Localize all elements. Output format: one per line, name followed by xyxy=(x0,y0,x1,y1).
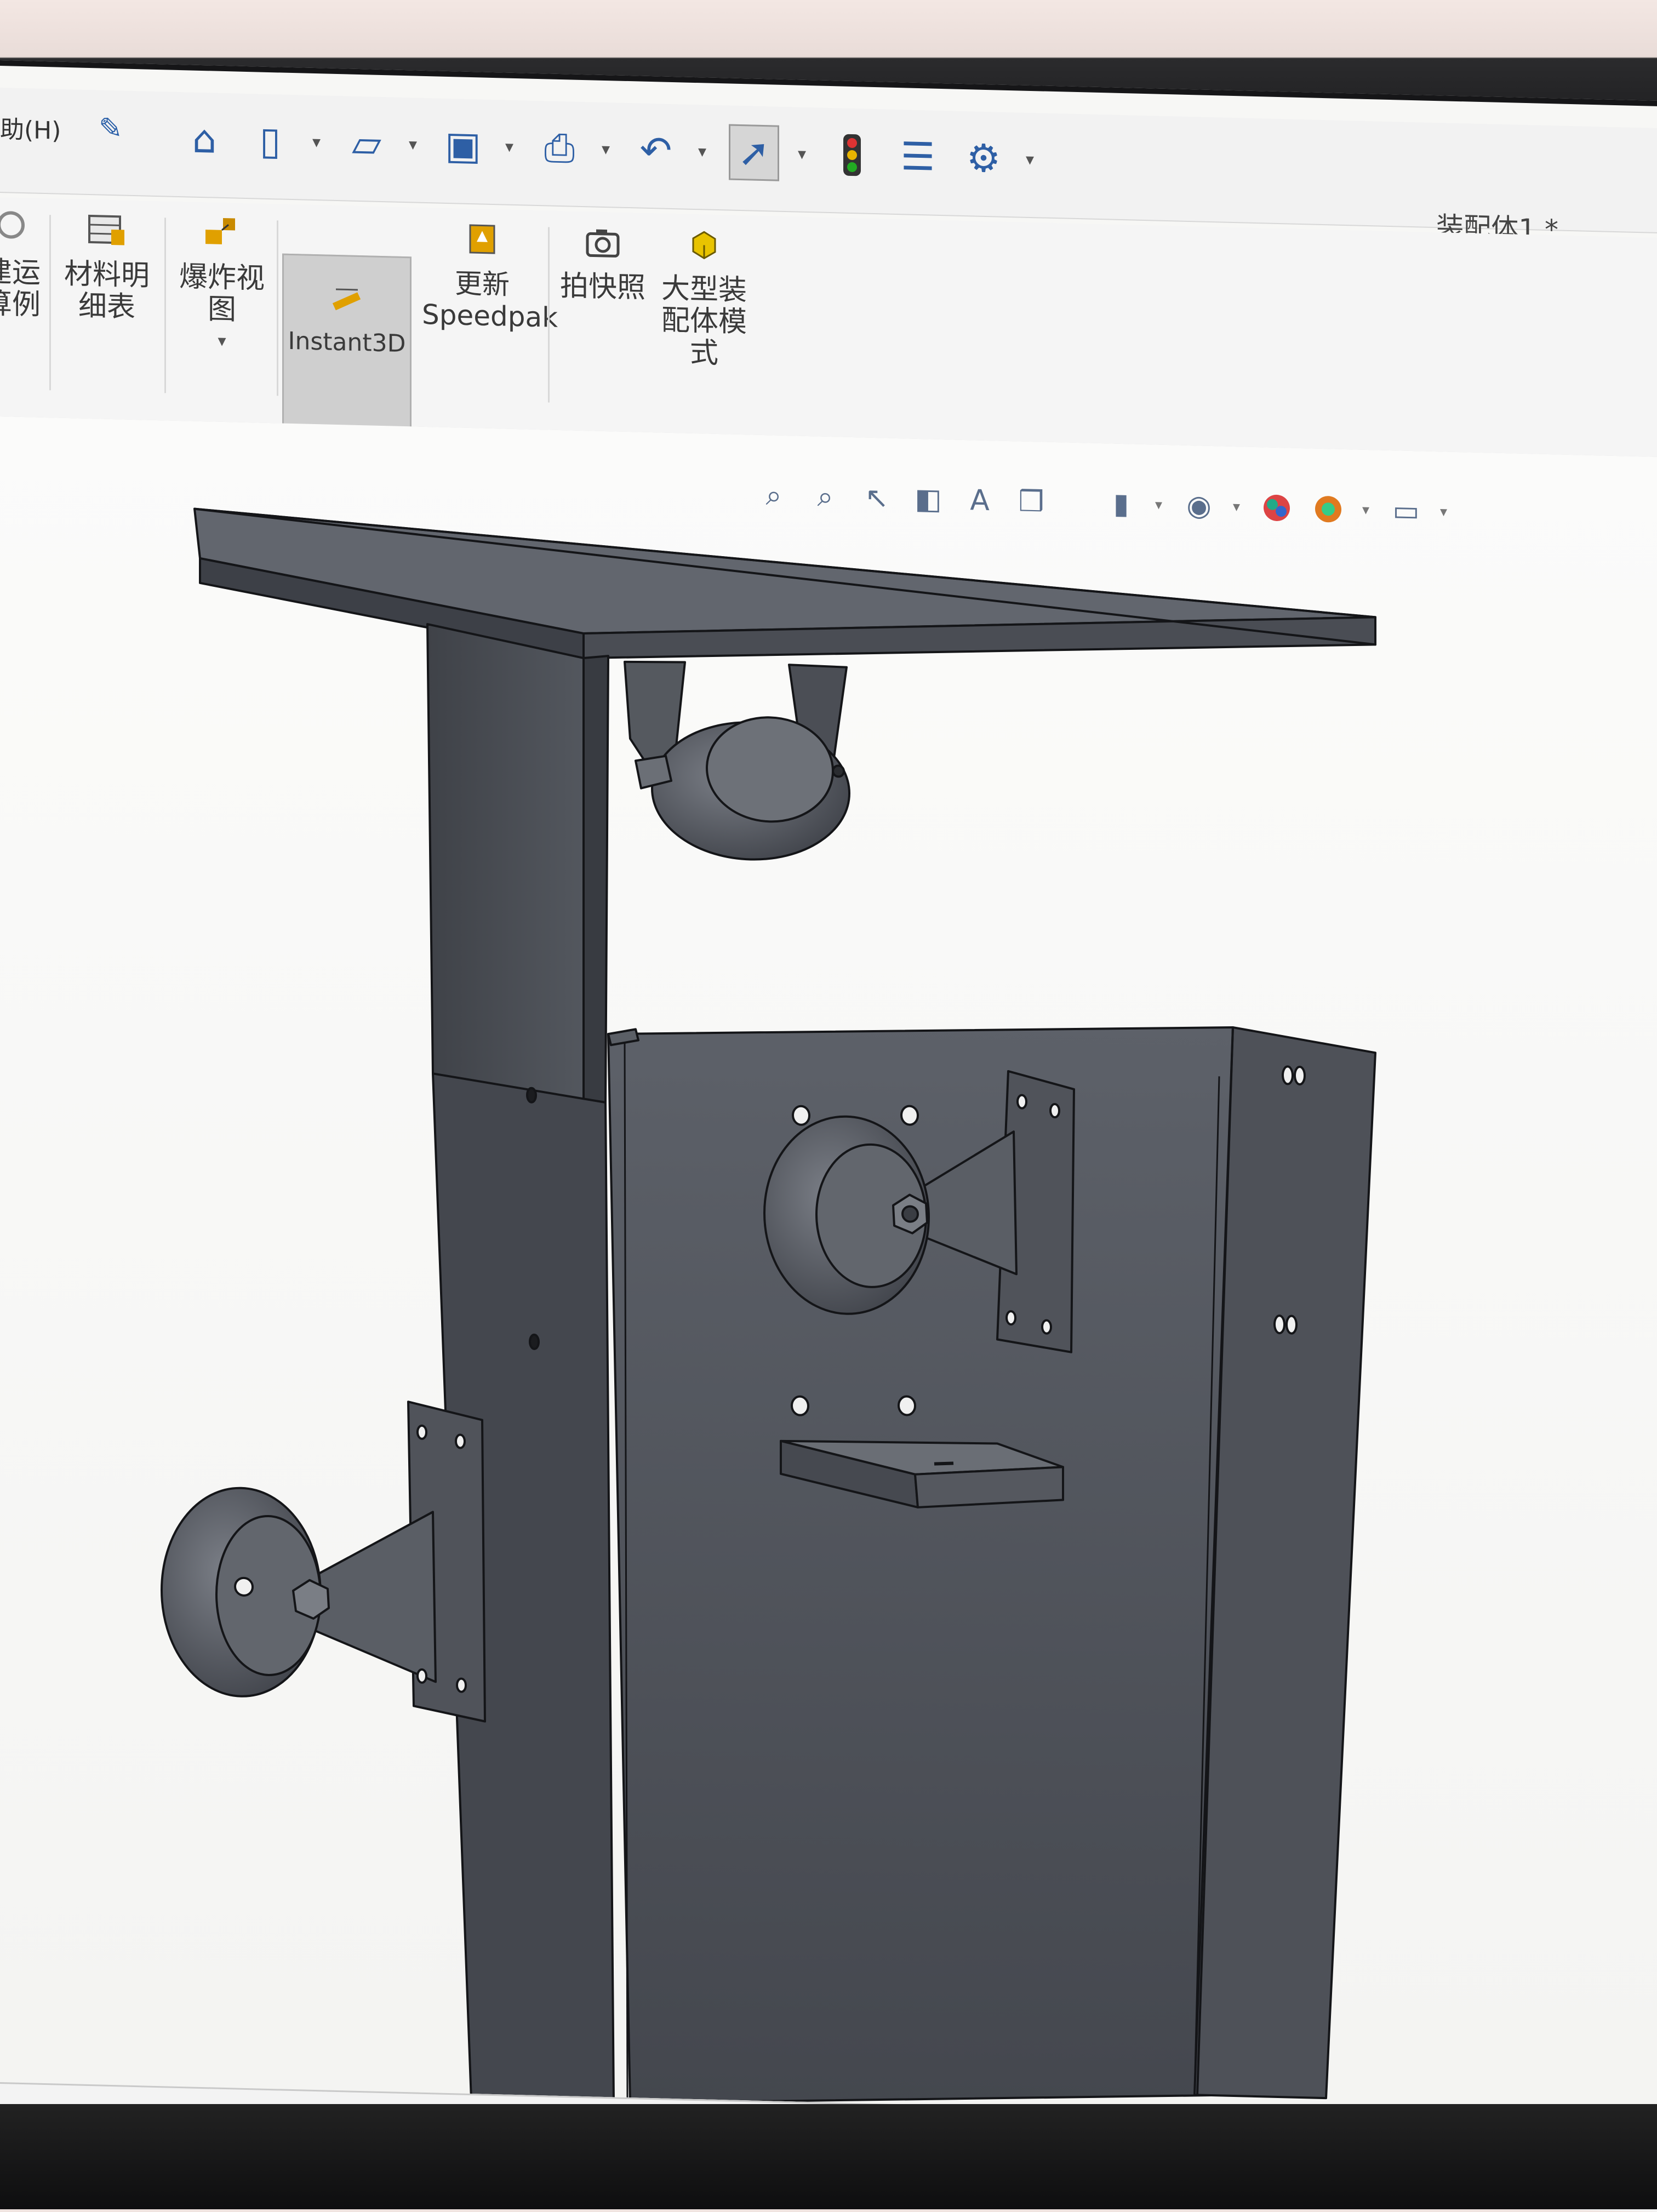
motion-study-icon xyxy=(0,208,36,253)
ribbon-label: 建运 算例 xyxy=(0,255,41,322)
chevron-down-icon[interactable]: ▾ xyxy=(409,135,421,155)
instant3d-icon xyxy=(322,278,372,323)
ribbon-bom-button[interactable]: 材料明 细表 xyxy=(60,210,153,324)
ribbon-motion-study-button[interactable]: 建运 算例 xyxy=(0,208,41,322)
chevron-down-icon[interactable]: ▾ xyxy=(1026,150,1038,169)
top-plate[interactable] xyxy=(193,507,1376,678)
speedpak-icon xyxy=(458,219,507,264)
open-folder-icon[interactable]: ▱ xyxy=(343,116,390,170)
options-list-icon[interactable]: ☰ xyxy=(894,130,941,184)
ribbon-label: 爆炸视 图 xyxy=(179,260,265,327)
chevron-down-icon[interactable]: ▾ xyxy=(602,139,614,159)
upper-vertical-plate[interactable] xyxy=(426,623,609,1104)
select-cursor-icon[interactable]: ➚ xyxy=(729,124,779,181)
ribbon-speedpak-button[interactable]: 更新 Speedpak xyxy=(422,219,558,334)
ribbon-label: 更新 Speedpak xyxy=(422,267,558,334)
traffic-light-icon[interactable] xyxy=(828,128,876,182)
ribbon-separator xyxy=(49,215,51,391)
ribbon-separator xyxy=(548,227,550,403)
save-icon[interactable]: ▣ xyxy=(439,119,487,173)
ribbon-label: Instant3D xyxy=(288,327,406,358)
quick-access-buttons: ⌂ ▯ ▾ ▱ ▾ ▣ ▾ ⎙ ▾ ↶ ▾ ➚ ▾ ☰ ⚙ ▾ xyxy=(181,103,1038,195)
pin-icon[interactable]: ✎ xyxy=(99,112,125,145)
command-manager-ribbon: 建运 算例 材料明 细表 爆炸视 图 ▾ Instant3D 更新 Speedp… xyxy=(0,197,1657,459)
chevron-down-icon[interactable]: ▾ xyxy=(798,144,810,164)
ribbon-separator xyxy=(277,220,278,396)
home-icon[interactable]: ⌂ xyxy=(181,112,228,166)
help-menu[interactable]: 助(H) xyxy=(0,110,61,146)
camera-icon xyxy=(578,222,627,267)
ribbon-separator xyxy=(164,218,166,393)
assembly-model[interactable] xyxy=(0,416,1657,2123)
ribbon-exploded-view-button[interactable]: 爆炸视 图 ▾ xyxy=(175,213,268,358)
ribbon-label: 大型装 配体模 式 xyxy=(661,272,747,370)
new-document-icon[interactable]: ▯ xyxy=(247,114,294,168)
ribbon-large-assembly-button[interactable]: 大型装 配体模 式 xyxy=(655,224,753,370)
monitor-bezel-bottom xyxy=(0,2104,1657,2209)
top-roller-assembly[interactable] xyxy=(624,660,850,862)
bom-icon xyxy=(82,210,132,255)
lower-roller-assembly[interactable] xyxy=(161,1396,486,1723)
exploded-view-icon xyxy=(197,213,247,258)
undo-icon[interactable]: ↶ xyxy=(632,123,679,177)
ribbon-instant3d-button[interactable]: Instant3D xyxy=(282,253,412,430)
ribbon-snapshot-button[interactable]: 拍快照 xyxy=(556,222,649,305)
large-assembly-icon xyxy=(679,225,729,270)
graphics-area[interactable]: ⌕ ⌕ ↖ ◧ A ❒ ▮ ▾ ◉ ▾ ▾ ▭ ▾ xyxy=(0,416,1657,2123)
chevron-down-icon[interactable]: ▾ xyxy=(698,142,710,162)
chevron-down-icon[interactable]: ▾ xyxy=(312,132,324,152)
ribbon-label: 材料明 细表 xyxy=(64,257,150,324)
chevron-down-icon[interactable]: ▾ xyxy=(505,137,517,157)
solidworks-window: 助(H) ✎ ⌂ ▯ ▾ ▱ ▾ ▣ ▾ ⎙ ▾ ↶ ▾ ➚ ▾ ☰ ⚙ ▾ 装… xyxy=(0,60,1657,2212)
print-icon[interactable]: ⎙ xyxy=(536,121,583,175)
chevron-down-icon[interactable]: ▾ xyxy=(175,324,268,358)
gear-icon[interactable]: ⚙ xyxy=(960,132,1007,185)
ribbon-label: 拍快照 xyxy=(559,269,645,305)
